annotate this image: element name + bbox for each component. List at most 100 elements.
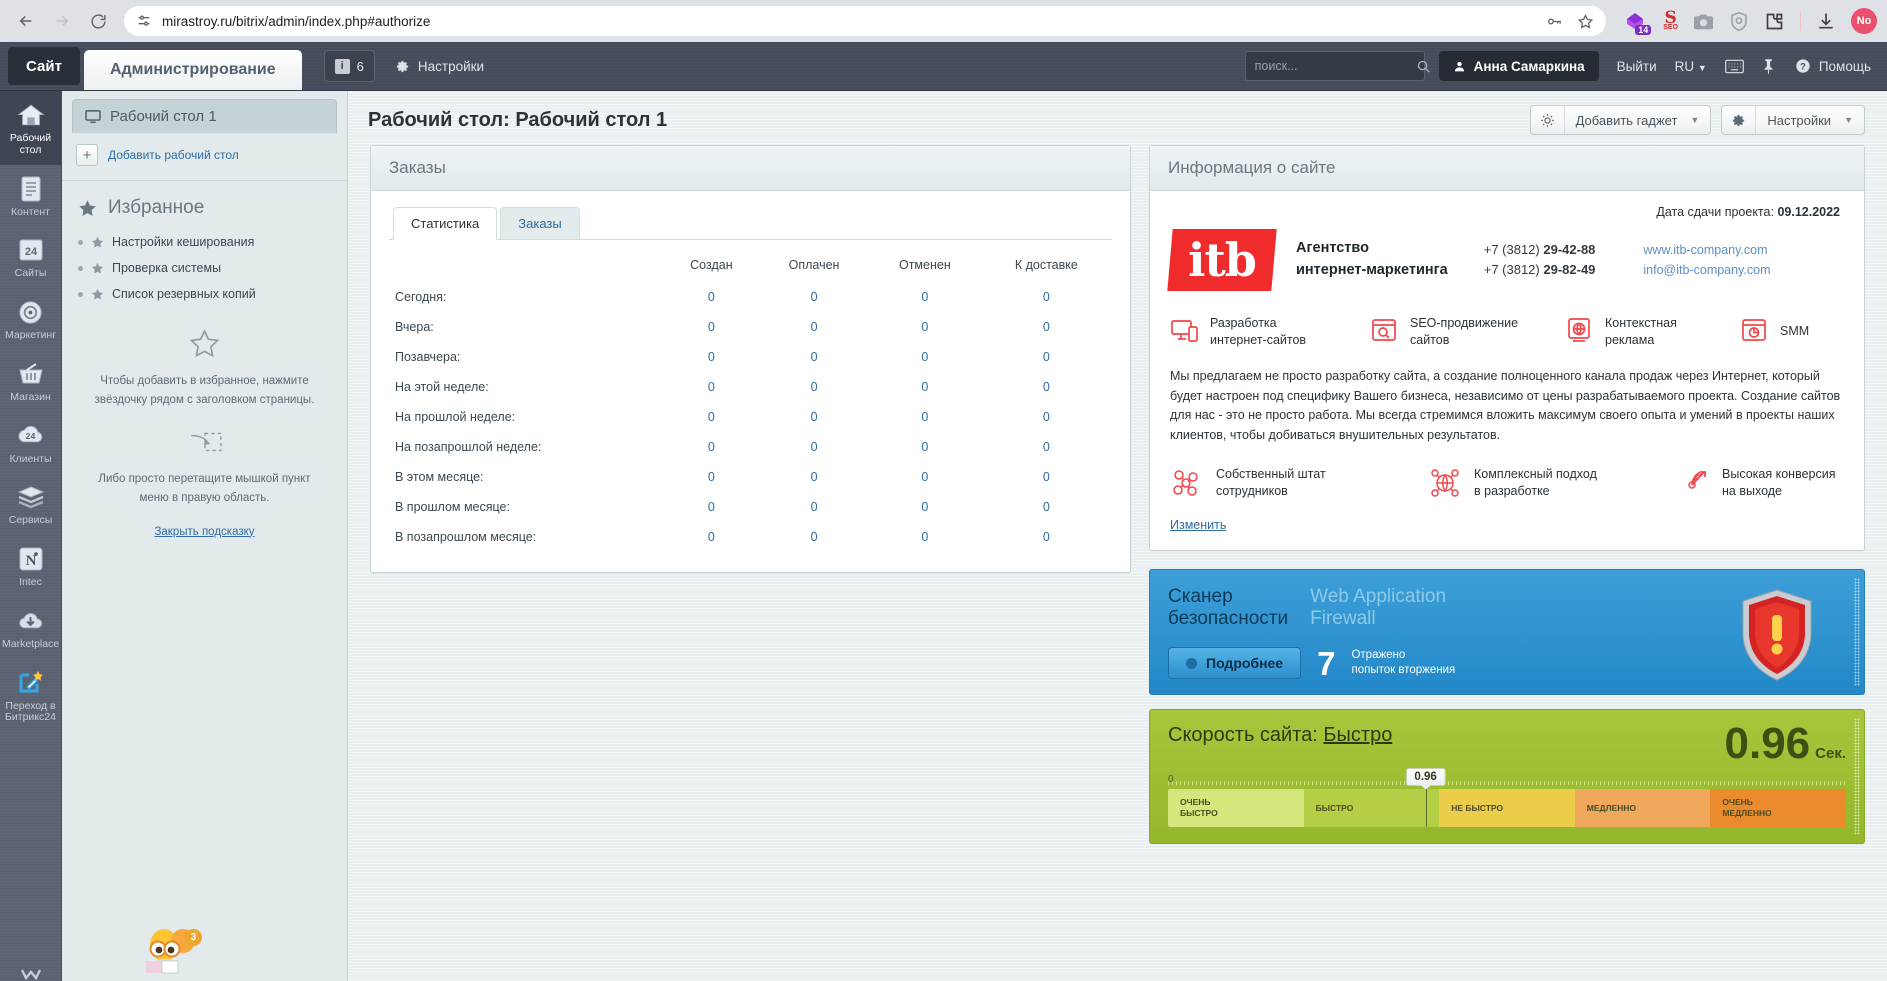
- waf-details-button[interactable]: Подробнее: [1168, 647, 1302, 679]
- cell-value[interactable]: 0: [664, 432, 759, 462]
- sidebar-item-content[interactable]: Контент: [0, 165, 61, 227]
- cell-value[interactable]: 0: [869, 342, 981, 372]
- tab-orders[interactable]: Заказы: [500, 207, 580, 240]
- cell-value[interactable]: 0: [869, 312, 981, 342]
- scale-segment: НЕ БЫСТРО: [1439, 789, 1575, 828]
- cell-value[interactable]: 0: [759, 282, 869, 312]
- cell-value[interactable]: 0: [759, 432, 869, 462]
- shield-extension-icon[interactable]: [1729, 11, 1749, 32]
- cell-value[interactable]: 0: [759, 462, 869, 492]
- tune-icon[interactable]: [136, 13, 152, 29]
- sidebar-item-sites[interactable]: 24 Сайты: [0, 226, 61, 288]
- cell-value[interactable]: 0: [759, 492, 869, 522]
- chevron-down-icon[interactable]: ▼: [1841, 115, 1864, 125]
- cell-value[interactable]: 0: [981, 492, 1112, 522]
- cell-value[interactable]: 0: [664, 462, 759, 492]
- logout-link[interactable]: Выйти: [1617, 59, 1657, 74]
- search-input[interactable]: [1254, 59, 1416, 73]
- cell-value[interactable]: 0: [981, 312, 1112, 342]
- cell-value[interactable]: 0: [869, 522, 981, 552]
- cell-value[interactable]: 0: [869, 492, 981, 522]
- list-item[interactable]: Список резервных копий: [76, 281, 333, 307]
- pin-icon[interactable]: [1762, 58, 1775, 75]
- cell-value[interactable]: 0: [759, 402, 869, 432]
- cell-value[interactable]: 0: [981, 432, 1112, 462]
- add-gadget-button[interactable]: Добавить гаджет ▼: [1529, 105, 1712, 135]
- cell-value[interactable]: 0: [664, 492, 759, 522]
- phone-2[interactable]: +7 (3812) 29-82-49: [1484, 260, 1596, 280]
- cell-value[interactable]: 0: [664, 402, 759, 432]
- user-menu-button[interactable]: Анна Самаркина: [1438, 51, 1599, 81]
- forward-arrow-icon: [46, 5, 78, 37]
- back-arrow-icon[interactable]: [10, 5, 42, 37]
- sidebar-item-desktop[interactable]: Рабочий стол: [0, 91, 61, 165]
- cell-value[interactable]: 0: [981, 522, 1112, 552]
- vk-extension-icon[interactable]: 14: [1624, 10, 1652, 35]
- edit-link[interactable]: Изменить: [1170, 518, 1226, 532]
- cell-value[interactable]: 0: [869, 402, 981, 432]
- cell-value[interactable]: 0: [664, 282, 759, 312]
- language-switcher[interactable]: RU ▼: [1675, 59, 1707, 74]
- sidebar-item-marketplace[interactable]: Marketplace: [0, 597, 61, 659]
- tab-site[interactable]: Сайт: [8, 47, 80, 85]
- cell-value[interactable]: 0: [664, 372, 759, 402]
- rail-bottom-icon[interactable]: [0, 968, 61, 981]
- company-email-link[interactable]: info@itb-company.com: [1643, 260, 1770, 280]
- sidebar-item-clients[interactable]: 24 Клиенты: [0, 412, 61, 474]
- cell-value[interactable]: 0: [981, 372, 1112, 402]
- cell-value[interactable]: 0: [759, 372, 869, 402]
- panel-settings-button[interactable]: Настройки: [395, 59, 484, 74]
- sidebar-item-services[interactable]: Сервисы: [0, 473, 61, 535]
- keyboard-icon[interactable]: [1724, 59, 1744, 74]
- cell-value[interactable]: 0: [981, 462, 1112, 492]
- camera-extension-icon[interactable]: [1693, 12, 1714, 31]
- download-icon[interactable]: [1816, 11, 1836, 31]
- help-button[interactable]: ? Помощь: [1795, 58, 1871, 74]
- sidebar-item-shop[interactable]: Магазин: [0, 350, 61, 412]
- company-website-link[interactable]: www.itb-company.com: [1643, 240, 1770, 260]
- list-item[interactable]: Настройки кеширования: [76, 229, 333, 255]
- cell-value[interactable]: 0: [759, 312, 869, 342]
- sidebar-item-marketing[interactable]: Маркетинг: [0, 288, 61, 350]
- cell-value[interactable]: 0: [869, 432, 981, 462]
- star-icon[interactable]: [1577, 13, 1594, 30]
- cell-value[interactable]: 0: [759, 342, 869, 372]
- cell-value[interactable]: 0: [664, 522, 759, 552]
- plus-icon[interactable]: +: [76, 144, 98, 166]
- phone-1[interactable]: +7 (3812) 29-42-88: [1484, 240, 1596, 260]
- cell-value[interactable]: 0: [664, 312, 759, 342]
- chevron-down-icon[interactable]: ▼: [1687, 115, 1710, 125]
- profile-avatar[interactable]: No: [1851, 8, 1877, 34]
- cell-value[interactable]: 0: [664, 342, 759, 372]
- admin-search[interactable]: [1244, 51, 1430, 81]
- seo-extension-icon[interactable]: S SEO: [1663, 9, 1678, 31]
- list-item[interactable]: Проверка системы: [76, 255, 333, 281]
- cell-value[interactable]: 0: [869, 372, 981, 402]
- sidebar-item-intec[interactable]: N Intec: [0, 535, 61, 597]
- add-desktop-row[interactable]: + Добавить рабочий стол: [62, 133, 347, 180]
- search-icon[interactable]: [1416, 59, 1431, 74]
- address-bar[interactable]: mirastroy.ru/bitrix/admin/index.php#auth…: [124, 6, 1607, 36]
- cell-value[interactable]: 0: [981, 402, 1112, 432]
- cell-value[interactable]: 0: [869, 462, 981, 492]
- add-desktop-link[interactable]: Добавить рабочий стол: [108, 148, 239, 162]
- desktop-tab[interactable]: Рабочий стол 1: [72, 99, 337, 133]
- desktop-settings-button[interactable]: Настройки ▼: [1721, 105, 1865, 135]
- cell-value[interactable]: 0: [869, 282, 981, 312]
- puzzle-extensions-icon[interactable]: [1764, 11, 1785, 32]
- bitrix24-helper-character[interactable]: 3: [138, 923, 204, 981]
- cell-value[interactable]: 0: [981, 342, 1112, 372]
- sidebar-item-bitrix24[interactable]: Переход в Битрикс24: [0, 659, 61, 733]
- cell-value[interactable]: 0: [981, 282, 1112, 312]
- target-icon: [2, 297, 59, 327]
- tab-administration[interactable]: Администрирование: [83, 50, 302, 90]
- tab-statistics[interactable]: Статистика: [393, 207, 498, 240]
- key-icon[interactable]: [1546, 13, 1563, 30]
- deadline-value: 09.12.2022: [1777, 205, 1840, 219]
- reload-icon[interactable]: [82, 5, 114, 37]
- notification-counter[interactable]: i 6: [323, 50, 375, 82]
- cell-value[interactable]: 0: [759, 522, 869, 552]
- speed-rating[interactable]: Быстро: [1323, 724, 1392, 746]
- phone-2-prefix: +7 (3812): [1483, 262, 1544, 277]
- close-hint-link[interactable]: Закрыть подсказку: [154, 526, 254, 538]
